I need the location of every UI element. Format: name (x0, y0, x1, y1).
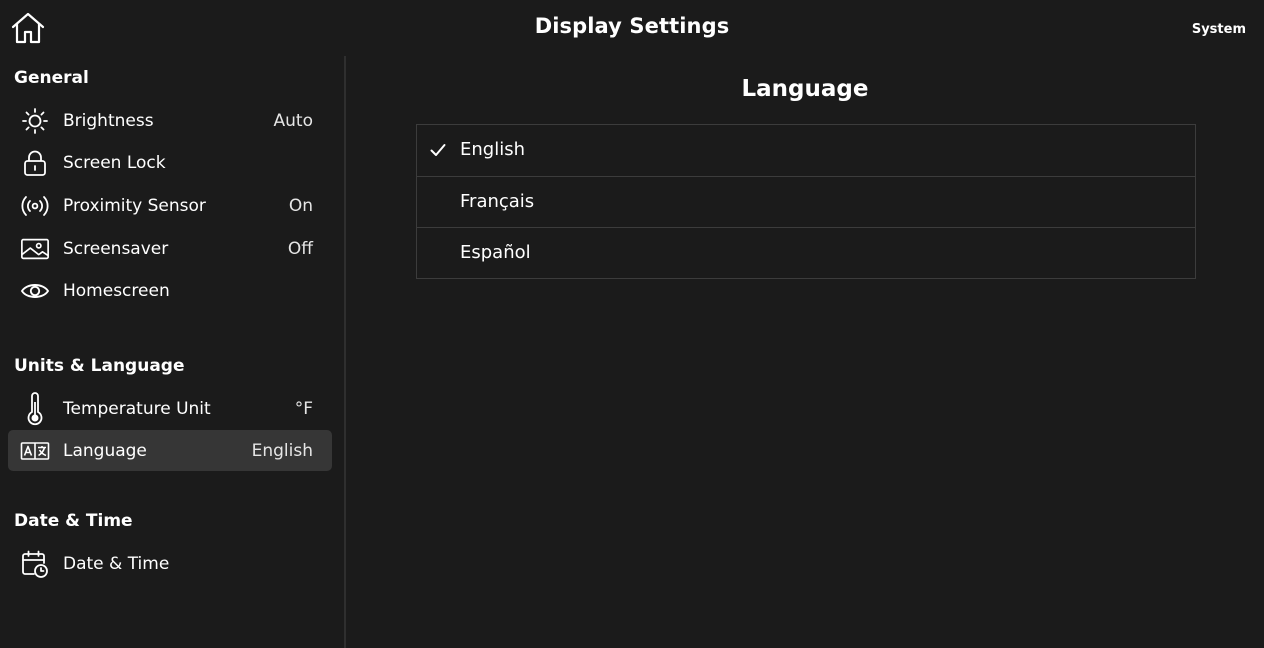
sidebar-item-label: Proximity Sensor (63, 195, 206, 216)
sidebar-item-homescreen[interactable]: Homescreen (8, 270, 332, 311)
image-icon (20, 234, 50, 264)
system-button[interactable]: System (1192, 22, 1246, 37)
sidebar-item-value: English (251, 440, 313, 461)
thermometer-icon (20, 392, 50, 426)
checkmark-icon (429, 141, 447, 159)
language-option-label: Français (460, 191, 535, 212)
sidebar-item-screen-lock[interactable]: Screen Lock (8, 142, 332, 183)
lock-icon (20, 148, 50, 178)
sidebar-item-label: Date & Time (63, 553, 170, 574)
sidebar: General Brightness Auto Screen Lock Prox… (0, 56, 344, 648)
sun-icon (20, 106, 50, 136)
language-panel: Language English Français Español (346, 56, 1264, 648)
header: Display Settings System (0, 0, 1264, 56)
sidebar-item-label: Screensaver (63, 238, 169, 259)
eye-icon (20, 276, 50, 306)
language-option-espanol[interactable]: Español (417, 227, 1195, 278)
language-option-english[interactable]: English (417, 125, 1195, 176)
language-option-label: Español (460, 242, 531, 263)
language-option-label: English (460, 139, 525, 160)
sidebar-item-label: Language (63, 440, 147, 461)
sidebar-item-label: Screen Lock (63, 152, 166, 173)
sidebar-item-value: On (288, 195, 313, 216)
section-title-units-language: Units & Language (14, 356, 185, 376)
sidebar-item-brightness[interactable]: Brightness Auto (8, 100, 332, 141)
page-title: Display Settings (534, 14, 730, 38)
sidebar-item-value: °F (294, 398, 313, 419)
translate-icon (20, 436, 50, 466)
display-settings-app: Display Settings System General Brightne… (0, 0, 1264, 648)
sidebar-item-date-time[interactable]: Date & Time (8, 543, 332, 584)
sidebar-item-language[interactable]: Language English (8, 430, 332, 471)
section-title-general: General (14, 68, 89, 88)
sidebar-item-proximity-sensor[interactable]: Proximity Sensor On (8, 185, 332, 226)
calendar-clock-icon (20, 549, 50, 579)
sidebar-item-screensaver[interactable]: Screensaver Off (8, 228, 332, 269)
proximity-icon (20, 191, 50, 221)
panel-title: Language (741, 76, 869, 102)
sidebar-item-value: Off (287, 238, 313, 259)
sidebar-item-label: Temperature Unit (63, 398, 211, 419)
language-option-francais[interactable]: Français (417, 176, 1195, 227)
section-title-date-time: Date & Time (14, 511, 133, 531)
sidebar-item-label: Brightness (63, 110, 154, 131)
sidebar-item-temperature-unit[interactable]: Temperature Unit °F (8, 388, 332, 429)
sidebar-item-value: Auto (273, 110, 313, 131)
language-list: English Français Español (416, 124, 1196, 279)
sidebar-item-label: Homescreen (63, 280, 170, 301)
